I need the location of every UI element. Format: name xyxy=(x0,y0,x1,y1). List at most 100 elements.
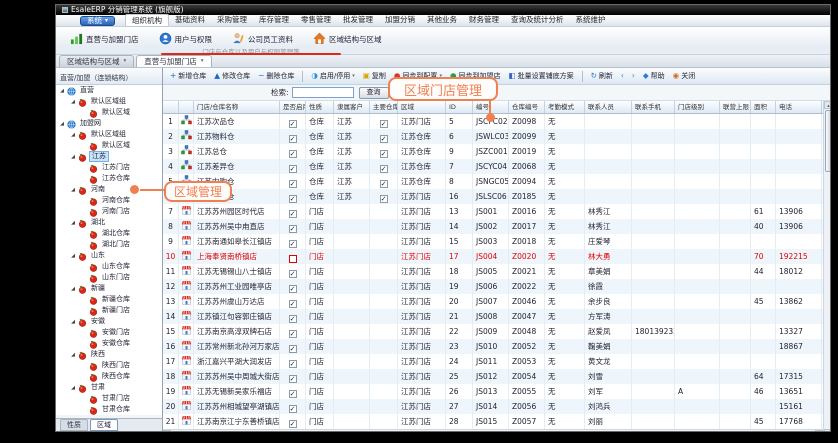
tree-node[interactable]: 陕西门店 xyxy=(56,360,162,371)
table-row[interactable]: 7江苏苏州园区时代店✓门店江苏门店13JS001Z0016无林秀江6113906 xyxy=(163,204,823,219)
tree-node[interactable]: 湖北仓库 xyxy=(56,228,162,239)
table-row[interactable]: 14江苏镇江句容郭庄镇店✓门店江苏门店21JS008Z0047无方军涛 xyxy=(163,309,823,324)
copy-button[interactable]: ▣复制 xyxy=(360,71,389,81)
table-row[interactable]: 2江苏物料仓✓仓库江苏✓江苏仓库6JSWLC03Z0099无 xyxy=(163,129,823,144)
document-tab-2[interactable]: 直营与加盟门店▾ xyxy=(136,55,211,67)
menu-item-3[interactable]: 采购管理 xyxy=(211,14,253,27)
column-header-nature[interactable]: 性质 xyxy=(306,101,334,113)
tree-node[interactable]: 河南仓库 xyxy=(56,195,162,206)
column-header-phone[interactable]: 电话 xyxy=(776,101,822,113)
table-row[interactable]: 9江苏南通如皋长江镇店✓门店江苏门店15JS003Z0018无庄爱琴 xyxy=(163,234,823,249)
column-header-contact[interactable]: 联系人员 xyxy=(585,101,632,113)
checkbox-checked[interactable]: ✓ xyxy=(380,135,388,143)
column-header-icon[interactable] xyxy=(179,101,194,113)
tree-node[interactable]: 湖北门店 xyxy=(56,239,162,250)
checkbox-checked[interactable]: ✓ xyxy=(289,300,297,308)
checkbox-checked[interactable]: ✓ xyxy=(289,315,297,323)
tree-expand-icon[interactable]: ◢ xyxy=(70,352,76,358)
tree-node[interactable]: ◢默认区域组 xyxy=(56,96,162,107)
column-header-enabled[interactable]: 是否启用 xyxy=(280,101,306,113)
tree-node[interactable]: 江苏门店 xyxy=(56,162,162,173)
table-row[interactable]: 6江苏零售仓✓仓库江苏✓江苏门店16JSLSC06Z0185无 xyxy=(163,189,823,204)
checkbox-checked[interactable]: ✓ xyxy=(289,405,297,413)
checkbox-checked[interactable]: ✓ xyxy=(289,330,297,338)
table-row[interactable]: 17浙江嘉兴平湖大润发店✓门店江苏门店24JS011Z0053无黄文龙 xyxy=(163,354,823,369)
tree-node[interactable]: 山东门店 xyxy=(56,272,162,283)
column-header-main[interactable]: 主要仓库 xyxy=(370,101,398,113)
tree-expand-icon[interactable]: ◢ xyxy=(70,286,76,292)
table-row[interactable]: 12江苏苏州工业园唯亭店✓门店江苏门店19JS006Z0022无徐霞 xyxy=(163,279,823,294)
table-row[interactable]: 13江苏苏州虞山万达店✓门店江苏门店20JS007Z0046无余步良451386… xyxy=(163,294,823,309)
column-header-cap[interactable]: 联营上限 xyxy=(720,101,751,113)
tree-expand-icon[interactable]: ◢ xyxy=(70,385,76,391)
table-row[interactable]: 15江苏南京高淳双牌石店✓门店江苏门店22JS009Z0048无赵爱凤18013… xyxy=(163,324,823,339)
tree-node[interactable]: 新疆门店 xyxy=(56,305,162,316)
tree-node[interactable]: 河南门店 xyxy=(56,206,162,217)
table-row[interactable]: 4江苏差异仓✓仓库江苏✓江苏仓库7JSCYC04Z0068无 xyxy=(163,159,823,174)
checkbox-checked[interactable]: ✓ xyxy=(289,375,297,383)
checkbox-checked[interactable]: ✓ xyxy=(289,165,297,173)
checkbox-checked[interactable]: ✓ xyxy=(380,120,388,128)
search-button[interactable]: 查询 xyxy=(359,87,389,99)
scroll-down-arrow-icon[interactable]: ▾ xyxy=(824,429,831,432)
column-header-attend[interactable]: 考勤模式 xyxy=(545,101,585,113)
table-row[interactable]: 16江苏常州新北孙河万家店✓门店江苏门店23JS010Z0052无鞠美娟1886… xyxy=(163,339,823,354)
tree-node[interactable]: ◢甘肃 xyxy=(56,382,162,393)
scroll-right-arrow-icon[interactable]: ▸ xyxy=(815,430,823,432)
table-row[interactable]: 18江苏苏州吴中周城大街店✓门店江苏门店25JS012Z0054无刘雪64173… xyxy=(163,369,823,384)
checkbox-unchecked[interactable] xyxy=(289,255,297,263)
delete-warehouse-button[interactable]: −删除仓库 xyxy=(255,71,297,81)
table-row[interactable]: 8江苏苏州吴中甪直店✓门店江苏门店14JS002Z0017无林秀江4013906 xyxy=(163,219,823,234)
column-header-id[interactable]: ID xyxy=(446,101,473,113)
new-warehouse-button[interactable]: +新增仓库 xyxy=(167,71,209,81)
table-row[interactable]: 19江苏无锡新吴家乐福店✓门店江苏门店26JS013Z0055无刘军A46136… xyxy=(163,384,823,399)
help-button[interactable]: ◆帮助 xyxy=(640,71,668,81)
chevron-down-icon[interactable]: ▾ xyxy=(352,73,355,79)
column-header-n[interactable] xyxy=(163,101,179,113)
tree-expand-icon[interactable]: ◢ xyxy=(70,154,76,160)
tree-node[interactable]: 新疆仓库 xyxy=(56,294,162,305)
table-row[interactable]: 20江苏苏州相城望亭湖镇店✓门店江苏门店27JS014Z0056无刘鸿兵1516… xyxy=(163,399,823,414)
tree-node[interactable]: ◢湖北 xyxy=(56,217,162,228)
checkbox-checked[interactable]: ✓ xyxy=(289,270,297,278)
tree-node[interactable]: ◢山东 xyxy=(56,250,162,261)
edit-warehouse-button[interactable]: ▲修改仓库 xyxy=(211,71,253,81)
close-button[interactable]: ◉关闭 xyxy=(670,71,699,81)
tree-node[interactable]: 安徽门店 xyxy=(56,327,162,338)
tree-expand-icon[interactable]: ◢ xyxy=(70,319,76,325)
tree-node[interactable]: ◢安徽 xyxy=(56,316,162,327)
column-header-wh[interactable]: 仓库编号 xyxy=(509,101,545,113)
table-row[interactable]: 10上海奉贤南桥镇店门店江苏门店17JS004Z0020无林大勇70192215 xyxy=(163,249,823,264)
next-button[interactable]: › xyxy=(629,72,638,80)
tree-expand-icon[interactable]: ◢ xyxy=(70,253,76,259)
column-header-customer[interactable]: 隶属客户 xyxy=(334,101,370,113)
menu-item-10[interactable]: 查询及统计分析 xyxy=(505,14,570,27)
checkbox-checked[interactable]: ✓ xyxy=(289,120,297,128)
tree-node[interactable]: ◢加盟网 xyxy=(56,118,162,129)
column-header-name[interactable]: 门店/仓库名称 xyxy=(194,101,280,113)
horizontal-scrollbar[interactable]: ◂ ▸ xyxy=(163,429,823,432)
checkbox-checked[interactable]: ✓ xyxy=(289,345,297,353)
checkbox-checked[interactable]: ✓ xyxy=(289,240,297,248)
menu-item-4[interactable]: 库存管理 xyxy=(253,14,295,27)
chevron-down-icon[interactable]: ▾ xyxy=(124,56,127,67)
tree-expand-icon[interactable]: ◢ xyxy=(70,220,76,226)
table-row[interactable]: 5江苏内购仓✓仓库江苏✓江苏仓库8JSNGC05Z0094无 xyxy=(163,174,823,189)
checkbox-checked[interactable]: ✓ xyxy=(289,420,297,428)
checkbox-checked[interactable]: ✓ xyxy=(289,195,297,203)
table-row[interactable]: 21江苏南京江宁东善桥镇店✓门店江苏门店28JS015Z0057无刘丽45177… xyxy=(163,414,823,429)
menu-item-2[interactable]: 基础资料 xyxy=(169,14,211,27)
tree-node[interactable]: 山东仓库 xyxy=(56,261,162,272)
column-header-code[interactable]: 编号 xyxy=(473,101,509,113)
tree-expand-icon[interactable]: ◢ xyxy=(70,132,76,138)
tree-node[interactable]: ◢陕西 xyxy=(56,349,162,360)
search-input[interactable] xyxy=(292,87,354,98)
column-header-region[interactable]: 区域 xyxy=(398,101,446,113)
scroll-up-arrow-icon[interactable]: ▴ xyxy=(824,101,831,109)
tree-expand-icon[interactable]: ◢ xyxy=(70,187,76,193)
tree-node[interactable]: 甘肃仓库 xyxy=(56,404,162,415)
checkbox-checked[interactable]: ✓ xyxy=(380,165,388,173)
refresh-button[interactable]: ↻刷新 xyxy=(588,71,616,81)
menu-item-9[interactable]: 财务管理 xyxy=(463,14,505,27)
tree-node[interactable]: 陕西仓库 xyxy=(56,371,162,382)
